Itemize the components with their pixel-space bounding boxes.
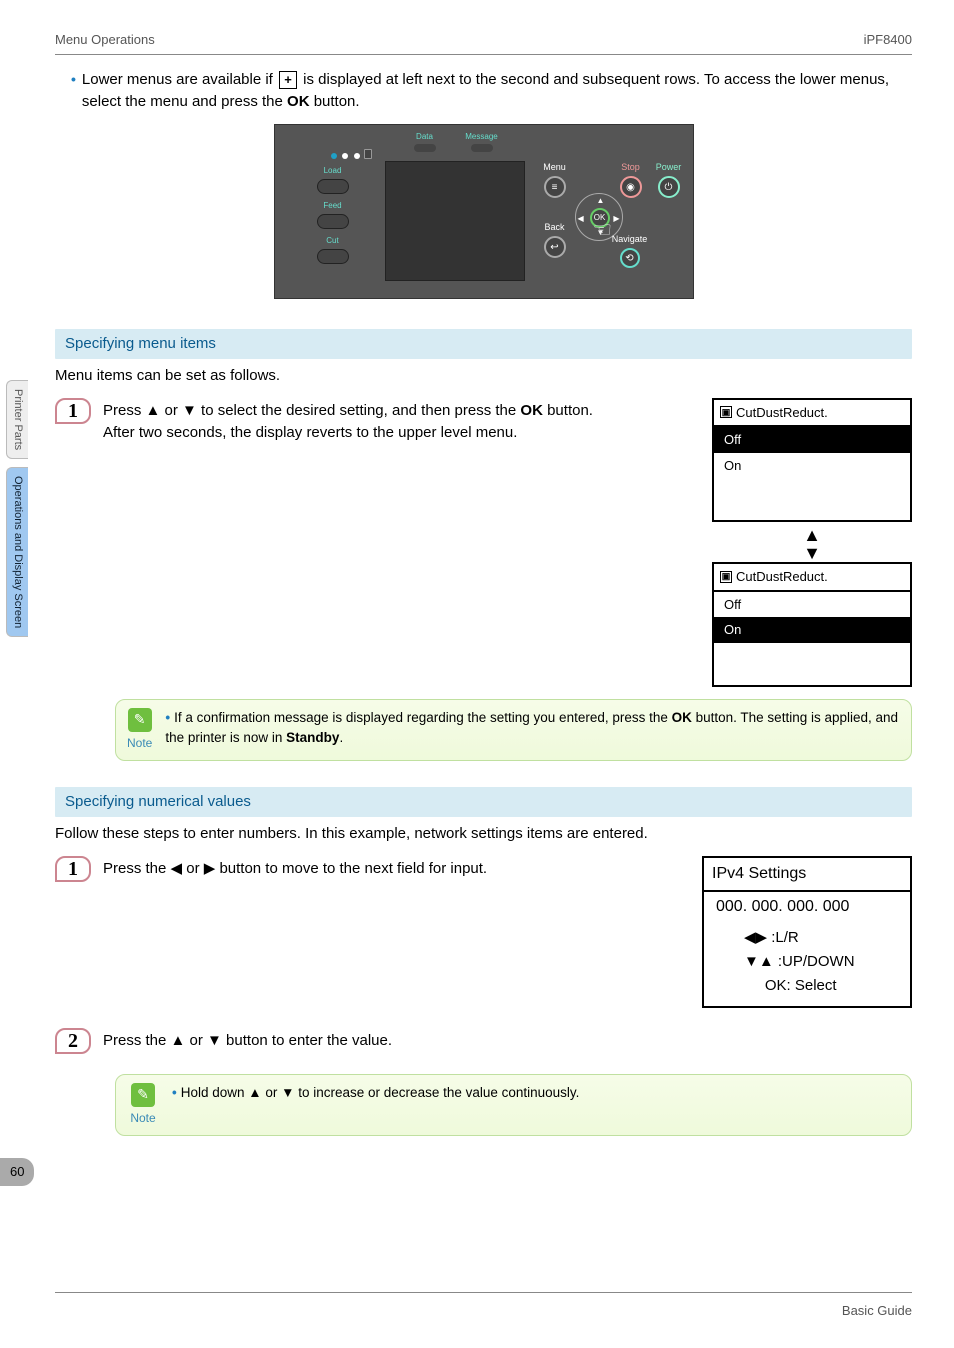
section-heading-menu-items: Specifying menu items	[55, 329, 912, 360]
note-pencil-icon: ✎	[131, 1083, 155, 1107]
panel-power-button: ⏻	[658, 176, 680, 198]
lcd-help-text: ◀▶ :L/R ▼▲ :UP/DOWN OK: Select	[704, 922, 910, 1006]
arrow-up-down-icon: ▲▼	[712, 522, 912, 562]
panel-power-label: Power	[656, 162, 682, 172]
bullet-icon: •	[71, 69, 76, 114]
panel-top-lights	[331, 149, 373, 164]
lcd-row-off: Off	[714, 427, 910, 453]
page-footer: Basic Guide	[55, 1292, 912, 1321]
note-block-2: ✎ Note •Hold down ▲ or ▼ to increase or …	[115, 1074, 912, 1136]
panel-message-label: Message	[465, 132, 497, 141]
lcd-row-on: On	[714, 453, 910, 479]
panel-back-label: Back	[544, 222, 564, 232]
panel-back-button: ↩	[544, 236, 566, 258]
lcd-ipv4-settings: IPv4 Settings 000. 000. 000. 000 ◀▶ :L/R…	[702, 856, 912, 1008]
lcd-ipv4-value: 000. 000. 000. 000	[704, 892, 910, 922]
panel-feed-label: Feed	[305, 200, 361, 212]
section-heading-numerical: Specifying numerical values	[55, 787, 912, 818]
panel-load-button	[317, 179, 349, 194]
note-label: Note	[127, 734, 152, 752]
intro-bullet: • Lower menus are available if + is disp…	[55, 69, 912, 114]
note-text-2: •Hold down ▲ or ▼ to increase or decreas…	[172, 1083, 579, 1127]
section1-lead: Menu items can be set as follows.	[55, 365, 912, 388]
panel-cut-button	[317, 249, 349, 264]
step-number-1b: 1	[55, 856, 91, 882]
panel-cut-label: Cut	[305, 235, 361, 247]
lcd-row-on: On	[714, 617, 910, 643]
panel-navigate-button: ⟲	[620, 248, 640, 268]
panel-stop-label: Stop	[621, 162, 640, 172]
header-right: iPF8400	[864, 30, 912, 50]
panel-load-label: Load	[305, 165, 361, 177]
panel-menu-label: Menu	[543, 162, 566, 172]
panel-feed-button	[317, 214, 349, 229]
lcd-doc-icon: ▣	[720, 571, 732, 583]
section1-step1-text: Press ▲ or ▼ to select the desired setti…	[103, 398, 593, 445]
lcd-cutdust-off-selected: ▣CutDustReduct. Off On	[712, 398, 912, 523]
panel-navigate-label: Navigate	[612, 234, 648, 244]
note-pencil-icon: ✎	[128, 708, 152, 732]
section2-step1-text: Press the ◀ or ▶ button to move to the n…	[103, 856, 487, 882]
section2-step2-text: Press the ▲ or ▼ button to enter the val…	[103, 1028, 392, 1054]
lcd-doc-icon: ▣	[720, 406, 732, 418]
footer-text: Basic Guide	[842, 1301, 912, 1321]
panel-lcd	[385, 161, 525, 281]
intro-text: Lower menus are available if + is displa…	[82, 69, 912, 114]
note-text-1: •If a confirmation message is displayed …	[165, 708, 901, 752]
note-block-1: ✎ Note •If a confirmation message is dis…	[115, 699, 912, 761]
panel-menu-button: ≡	[544, 176, 566, 198]
step-number-1: 1	[55, 398, 91, 424]
plus-submenu-icon: +	[279, 71, 297, 89]
page-header: Menu Operations iPF8400	[55, 30, 912, 55]
lcd-cutdust-on-selected: ▣CutDustReduct. Off On	[712, 562, 912, 687]
panel-stop-button: ◉	[620, 176, 642, 198]
note-label: Note	[130, 1109, 155, 1127]
panel-data-label: Data	[416, 132, 433, 141]
section2-lead: Follow these steps to enter numbers. In …	[55, 823, 912, 846]
printer-control-panel-illustration: Load Feed Cut Data Message Menu ≡ Back ↩ S…	[274, 124, 694, 299]
step-number-2: 2	[55, 1028, 91, 1054]
header-left: Menu Operations	[55, 30, 155, 50]
lcd-row-off: Off	[714, 592, 910, 618]
